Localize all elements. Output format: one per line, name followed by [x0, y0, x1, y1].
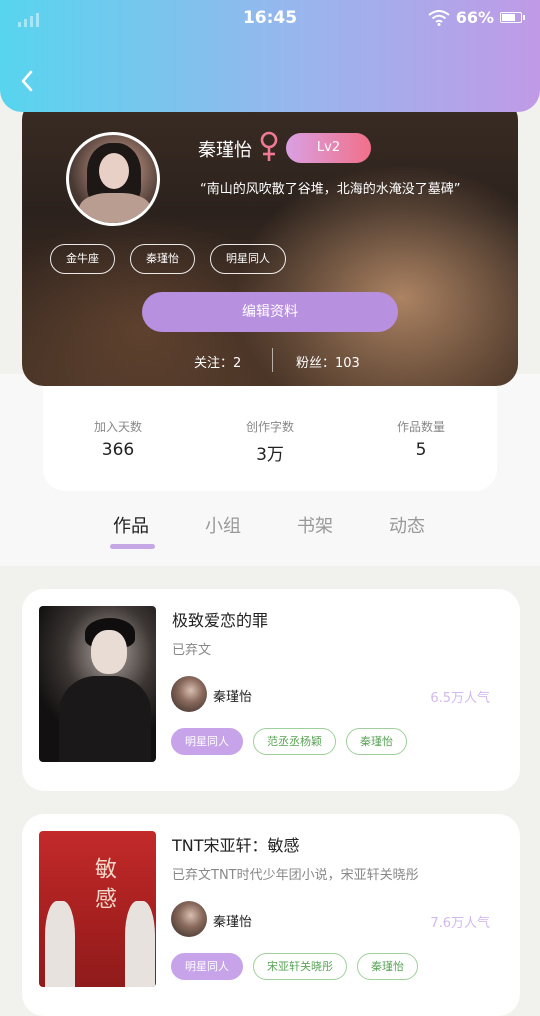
- work-cover[interactable]: [39, 606, 156, 762]
- stat-label: 作品数量: [396, 420, 445, 434]
- work-title[interactable]: 极致爱恋的罪: [172, 607, 268, 631]
- work-cover[interactable]: 敏感: [39, 831, 156, 987]
- work-tag[interactable]: 明星同人: [171, 953, 243, 980]
- work-description: 已弃文TNT时代少年团小说，宋亚轩关晓彤: [172, 868, 419, 883]
- following-count[interactable]: 关注：2: [194, 352, 241, 371]
- stat-works-count: 作品数量 5: [361, 418, 481, 460]
- author-name[interactable]: 秦瑾怡: [213, 686, 252, 705]
- back-arrow-icon[interactable]: [16, 66, 42, 96]
- work-title[interactable]: TNT宋亚轩：敏感: [172, 832, 300, 856]
- work-tag[interactable]: 范丞丞杨颖: [253, 728, 336, 755]
- work-tag[interactable]: 明星同人: [171, 728, 243, 755]
- stat-label: 创作字数: [245, 420, 294, 434]
- work-tags: 明星同人 宋亚轩关晓彤 秦瑾怡: [171, 953, 418, 980]
- female-icon: [260, 131, 278, 161]
- stat-label: 加入天数: [93, 420, 142, 434]
- stat-value: 366: [101, 440, 135, 460]
- wifi-icon: [428, 9, 450, 26]
- edit-profile-button[interactable]: 编辑资料: [142, 292, 398, 332]
- stat-value: 3万: [256, 445, 284, 465]
- stat-join-days: 加入天数 366: [58, 418, 178, 460]
- cover-title: 敏感: [91, 857, 116, 917]
- level-badge: Lv2: [286, 133, 371, 163]
- work-tag[interactable]: 秦瑾怡: [357, 953, 418, 980]
- tab-activity[interactable]: 动态: [389, 512, 425, 538]
- tab-bookshelf[interactable]: 书架: [297, 512, 333, 538]
- avatar[interactable]: [66, 132, 160, 226]
- work-status: 已弃文: [172, 643, 212, 658]
- work-card[interactable]: 极致爱恋的罪 已弃文 秦瑾怡 6.5万人气 明星同人 范丞丞杨颖 秦瑾怡: [22, 589, 520, 791]
- battery-icon: [500, 12, 525, 23]
- divider: [272, 348, 273, 372]
- work-tags: 明星同人 范丞丞杨颖 秦瑾怡: [171, 728, 407, 755]
- profile-motto: “南山的风吹散了谷堆，北海的水淹没了墓碑”: [200, 182, 461, 197]
- author-avatar[interactable]: [171, 676, 207, 712]
- fans-count[interactable]: 粉丝：103: [296, 352, 360, 371]
- stat-value: 5: [415, 440, 427, 460]
- profile-tag[interactable]: 秦瑾怡: [130, 244, 195, 274]
- popularity-count: 7.6万人气: [430, 916, 490, 931]
- profile-name: 秦瑾怡: [198, 140, 252, 161]
- work-tag[interactable]: 宋亚轩关晓彤: [253, 953, 347, 980]
- tab-groups[interactable]: 小组: [205, 512, 241, 538]
- tab-works[interactable]: 作品: [113, 512, 149, 538]
- work-tag[interactable]: 秦瑾怡: [346, 728, 407, 755]
- stats-card: 加入天数 366 创作字数 3万 作品数量 5: [43, 374, 497, 491]
- profile-tag[interactable]: 明星同人: [210, 244, 286, 274]
- author-avatar[interactable]: [171, 901, 207, 937]
- top-header: 16:45 66%: [0, 0, 540, 112]
- popularity-count: 6.5万人气: [430, 691, 490, 706]
- stat-word-count: 创作字数 3万: [210, 418, 330, 465]
- profile-tags: 金牛座 秦瑾怡 明星同人: [50, 244, 286, 274]
- status-bar: 16:45 66%: [0, 0, 540, 36]
- tab-active-indicator: [110, 544, 155, 549]
- profile-hero-card: 秦瑾怡 Lv2 “南山的风吹散了谷堆，北海的水淹没了墓碑” 金牛座 秦瑾怡 明星…: [22, 98, 518, 386]
- profile-tag[interactable]: 金牛座: [50, 244, 115, 274]
- author-name[interactable]: 秦瑾怡: [213, 911, 252, 930]
- work-card[interactable]: 敏感 TNT宋亚轩：敏感 已弃文TNT时代少年团小说，宋亚轩关晓彤 秦瑾怡 7.…: [22, 814, 520, 1016]
- battery-percent: 66%: [455, 8, 494, 27]
